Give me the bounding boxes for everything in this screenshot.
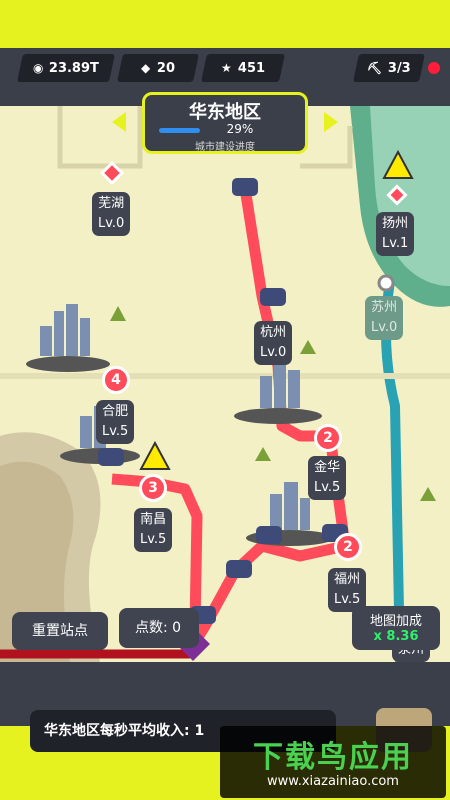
workers-counter[interactable]: ⛏ 3/3	[353, 54, 425, 82]
map-bonus-value: x 8.36	[373, 629, 419, 644]
city-wuhu-skyline	[40, 304, 90, 356]
star-icon: ★	[221, 61, 232, 75]
route-badge[interactable]: 3	[139, 474, 167, 502]
watermark-title: 下载鸟应用	[253, 740, 413, 775]
points-counter[interactable]: 点数: 0	[119, 608, 199, 648]
next-region-arrow[interactable]	[324, 112, 338, 132]
gems-value: 20	[156, 60, 175, 76]
city-name: 金华	[314, 460, 341, 475]
city-card-wuhu[interactable]: 芜湖 Lv.0	[92, 192, 131, 236]
region-subtitle: 城市建设进度	[195, 142, 255, 153]
city-card-hangzhou[interactable]: 杭州 Lv.0	[254, 321, 293, 365]
city-level: Lv.5	[314, 480, 341, 495]
top-yellow-band	[0, 0, 450, 48]
city-level: Lv.5	[140, 532, 167, 547]
points-value: 0	[172, 620, 182, 636]
route-badge[interactable]: 2	[334, 533, 362, 561]
watermark-url: www.xiazainiao.com	[267, 774, 399, 789]
gem-icon: ◆	[141, 61, 151, 75]
region-title: 华东地区	[189, 102, 261, 123]
prev-region-arrow[interactable]	[112, 112, 126, 132]
city-level: Lv.0	[98, 216, 125, 231]
pickaxe-icon: ⛏	[366, 61, 383, 75]
city-name: 南昌	[140, 512, 167, 527]
region-map[interactable]: 芜湖 Lv.0 扬州 Lv.1 苏州 Lv.0 杭州 Lv.0 合肥 Lv.5 …	[0, 106, 450, 662]
stars-value: 451	[237, 60, 265, 76]
region-progress-bar	[159, 128, 200, 133]
route-badge[interactable]: 4	[102, 366, 130, 394]
city-name: 扬州	[382, 216, 409, 231]
notification-dot	[428, 62, 440, 74]
watermark-logo: 下载鸟应用 www.xiazainiao.com	[220, 726, 446, 798]
workers-value: 3/3	[388, 60, 412, 76]
city-card-hefei[interactable]: 合肥 Lv.5	[96, 400, 135, 444]
city-name: 杭州	[260, 325, 287, 340]
stars-counter[interactable]: ★ 451	[201, 54, 285, 82]
city-card-nanchang[interactable]: 南昌 Lv.5	[134, 508, 173, 552]
city-jinhua-skyline	[270, 482, 310, 530]
points-label: 点数:	[135, 620, 168, 636]
map-bonus-panel[interactable]: 地图加成 x 8.36	[352, 606, 440, 650]
coin-icon: ◉	[32, 61, 44, 75]
city-hangzhou-skyline	[260, 364, 300, 408]
coins-counter[interactable]: ◉ 23.89T	[17, 54, 115, 82]
route-badge[interactable]: 2	[314, 424, 342, 452]
gems-counter[interactable]: ◆ 20	[117, 54, 199, 82]
region-panel: 华东地区 29% 城市建设进度	[142, 92, 308, 154]
city-name: 合肥	[102, 404, 129, 419]
city-card-suzhou[interactable]: 苏州 Lv.0	[365, 296, 404, 340]
city-level: Lv.5	[102, 424, 129, 439]
city-level: Lv.1	[382, 236, 409, 251]
city-level: Lv.0	[371, 320, 398, 335]
city-name: 福州	[334, 572, 361, 587]
city-card-jinhua[interactable]: 金华 Lv.5	[308, 456, 347, 500]
map-art	[0, 106, 450, 662]
coins-value: 23.89T	[49, 60, 100, 76]
city-card-yangzhou[interactable]: 扬州 Lv.1	[376, 212, 415, 256]
map-bonus-label: 地图加成	[369, 614, 422, 629]
city-name: 苏州	[371, 300, 398, 315]
city-name: 芜湖	[98, 196, 125, 211]
reset-stations-button[interactable]: 重置站点	[12, 612, 108, 650]
city-level: Lv.0	[260, 345, 287, 360]
region-progress-text: 29%	[226, 122, 254, 136]
